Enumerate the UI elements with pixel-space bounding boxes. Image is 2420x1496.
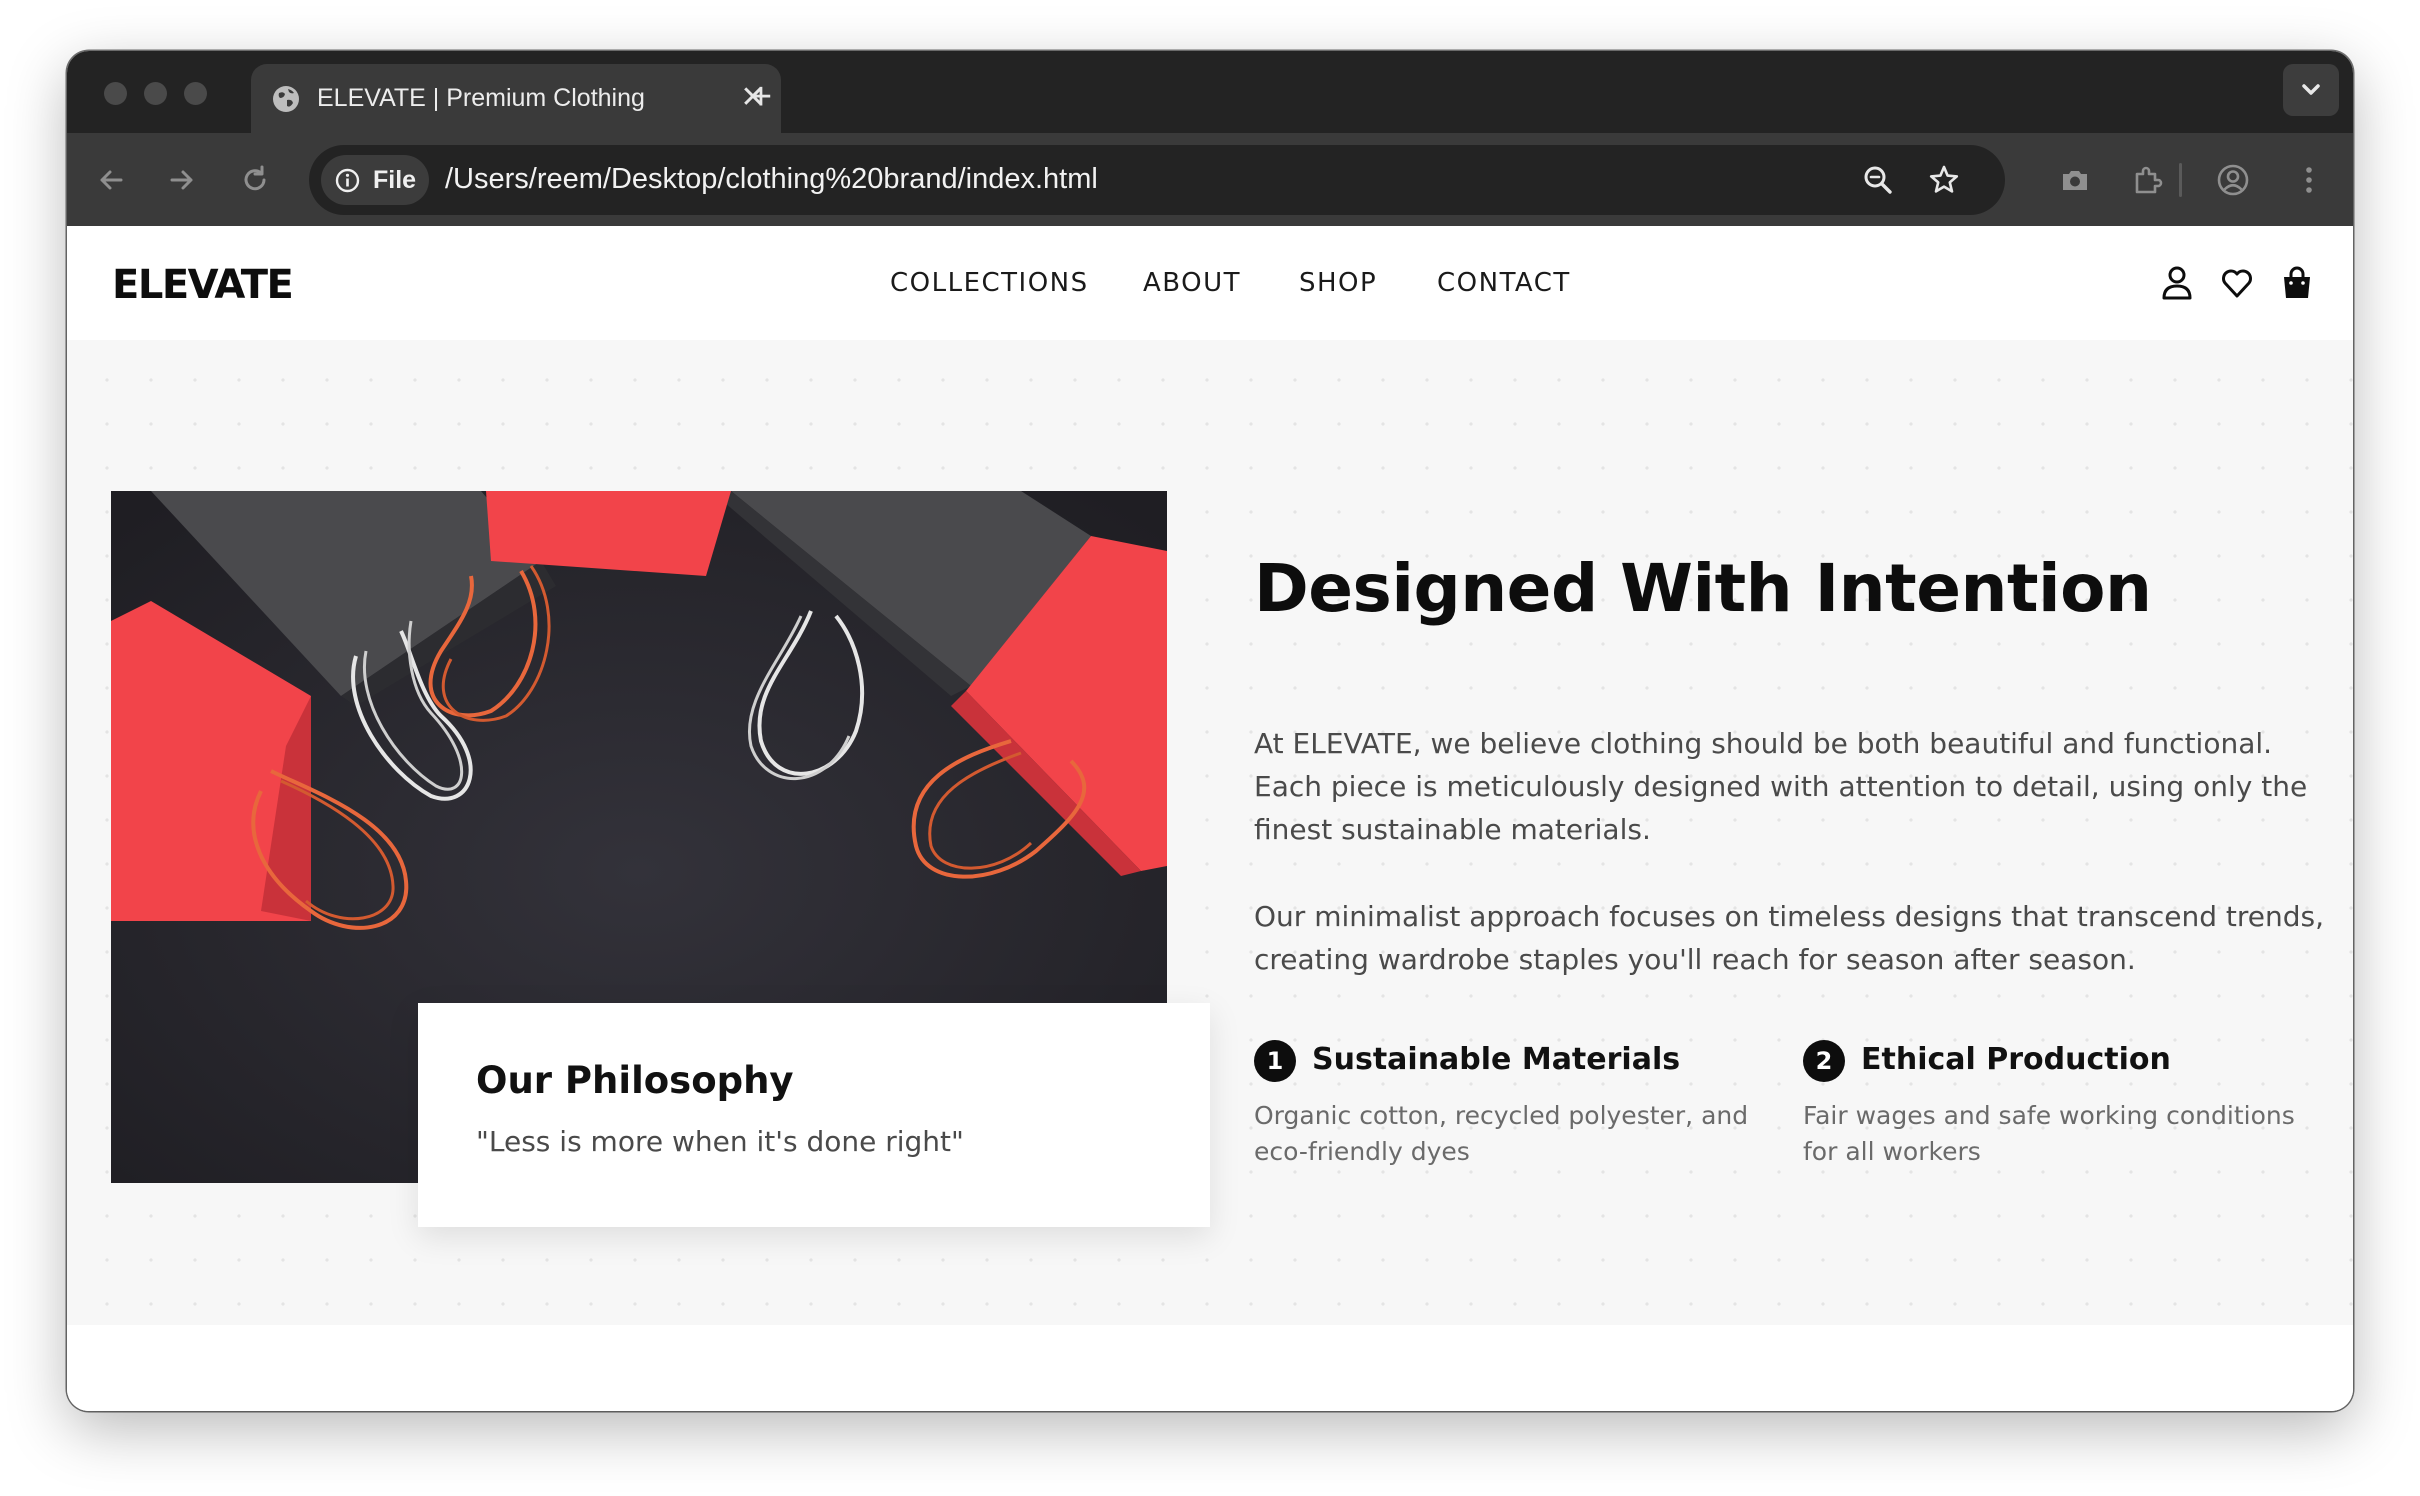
reload-icon[interactable] (237, 162, 273, 198)
feature-title: Sustainable Materials (1312, 1042, 1681, 1077)
feature-number-badge: 1 (1254, 1040, 1296, 1082)
tab-search-button[interactable] (2283, 64, 2339, 116)
tab-title: ELEVATE | Premium Clothing (317, 84, 645, 112)
info-icon (335, 168, 360, 193)
site-info-chip[interactable]: File (321, 155, 429, 205)
bag-icon[interactable] (2279, 264, 2315, 302)
feature-number-badge: 2 (1803, 1040, 1845, 1082)
address-bar[interactable]: File /Users/reem/Desktop/clothing%20bran… (309, 145, 2005, 215)
feature-description: Fair wages and safe working conditions f… (1803, 1101, 2295, 1166)
minimize-window-button[interactable] (144, 82, 167, 105)
philosophy-card: Our Philosophy "Less is more when it's d… (418, 1003, 1210, 1227)
about-section: Our Philosophy "Less is more when it's d… (67, 340, 2353, 1325)
browser-toolbar: File /Users/reem/Desktop/clothing%20bran… (67, 133, 2353, 226)
plus-icon[interactable]: + (739, 75, 783, 119)
star-icon[interactable] (1927, 163, 1961, 197)
intro-paragraph: At ELEVATE, we believe clothing should b… (1254, 727, 2308, 846)
zoom-icon[interactable] (1861, 163, 1895, 197)
tab-strip: ELEVATE | Premium Clothing ✕ + (67, 51, 2353, 133)
page-below-section (67, 1325, 2353, 1411)
web-page: ELEVATE COLLECTIONS ABOUT SHOP CONTACT O… (67, 226, 2353, 1411)
approach-paragraph: Our minimalist approach focuses on timel… (1254, 900, 2324, 976)
nav-link-shop[interactable]: SHOP (1299, 268, 1377, 298)
feature-title: Ethical Production (1861, 1042, 2171, 1077)
back-icon[interactable] (93, 162, 129, 198)
section-heading: Designed With Intention (1254, 550, 2152, 627)
browser-tab[interactable]: ELEVATE | Premium Clothing ✕ (251, 64, 781, 133)
extensions-icon[interactable] (2129, 162, 2165, 198)
chip-label: File (373, 166, 417, 194)
card-title: Our Philosophy (476, 1059, 794, 1102)
user-icon[interactable] (2159, 264, 2195, 302)
nav-links: COLLECTIONS ABOUT SHOP CONTACT (67, 268, 2353, 308)
heart-icon[interactable] (2219, 264, 2255, 302)
close-window-button[interactable] (104, 82, 127, 105)
chevron-down-icon (2302, 84, 2320, 95)
maximize-window-button[interactable] (184, 82, 207, 105)
nav-link-about[interactable]: ABOUT (1143, 268, 1241, 298)
card-quote: "Less is more when it's done right" (476, 1125, 964, 1158)
nav-link-collections[interactable]: COLLECTIONS (890, 268, 1089, 298)
browser-window: ELEVATE | Premium Clothing ✕ + File /Use… (67, 51, 2353, 1411)
nav-link-contact[interactable]: CONTACT (1437, 268, 1571, 298)
menu-icon[interactable] (2291, 162, 2327, 198)
forward-icon[interactable] (164, 162, 200, 198)
site-navbar: ELEVATE COLLECTIONS ABOUT SHOP CONTACT (67, 226, 2353, 340)
camera-icon[interactable] (2057, 162, 2093, 198)
feature-description: Organic cotton, recycled polyester, and … (1254, 1101, 1749, 1166)
toolbar-separator (2179, 163, 2182, 197)
globe-icon (273, 86, 299, 112)
profile-icon[interactable] (2215, 162, 2251, 198)
url-text[interactable]: /Users/reem/Desktop/clothing%20brand/ind… (445, 163, 1098, 196)
